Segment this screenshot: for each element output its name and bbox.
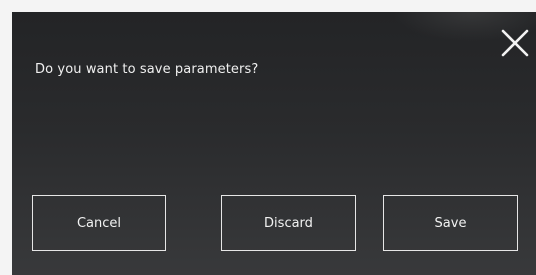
cancel-button-label: Cancel [76,215,122,231]
save-button-label: Save [434,215,467,231]
discard-button[interactable]: Discard [221,195,356,251]
discard-button-label: Discard [264,215,313,231]
close-button[interactable] [498,26,532,60]
dialog-message: Do you want to save parameters? [35,62,259,77]
save-parameters-dialog: Do you want to save parameters? Cancel D… [12,12,536,275]
close-icon [501,29,529,57]
save-button[interactable]: Save [383,195,518,251]
cancel-button[interactable]: Cancel [32,195,166,251]
